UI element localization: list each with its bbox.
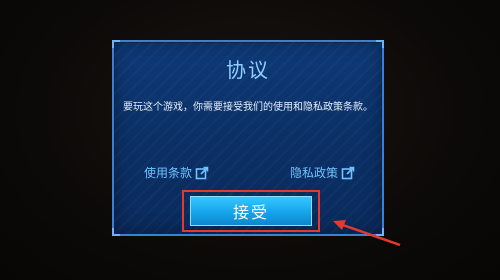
dialog-message: 要玩这个游戏，你需要接受我们的使用和隐私政策条款。 <box>123 102 373 113</box>
dialog-corner-decoration <box>376 228 384 236</box>
dialog-corner-decoration <box>112 40 120 48</box>
accept-button-highlight: 接受 <box>182 190 320 232</box>
terms-of-use-link[interactable]: 使用条款 <box>144 164 209 181</box>
dialog-corner-decoration <box>112 228 120 236</box>
external-link-icon <box>195 166 209 179</box>
privacy-policy-link[interactable]: 隐私政策 <box>290 164 355 181</box>
external-link-icon <box>341 166 355 179</box>
terms-of-use-label: 使用条款 <box>144 166 193 180</box>
agreement-dialog: 协议 要玩这个游戏，你需要接受我们的使用和隐私政策条款。 使用条款 隐私政策 接… <box>112 40 384 236</box>
dialog-title: 协议 <box>226 58 270 82</box>
privacy-policy-label: 隐私政策 <box>290 166 339 180</box>
game-screen: 协议 要玩这个游戏，你需要接受我们的使用和隐私政策条款。 使用条款 隐私政策 接… <box>0 0 500 280</box>
accept-button[interactable]: 接受 <box>190 196 312 226</box>
dialog-corner-decoration <box>376 40 384 48</box>
